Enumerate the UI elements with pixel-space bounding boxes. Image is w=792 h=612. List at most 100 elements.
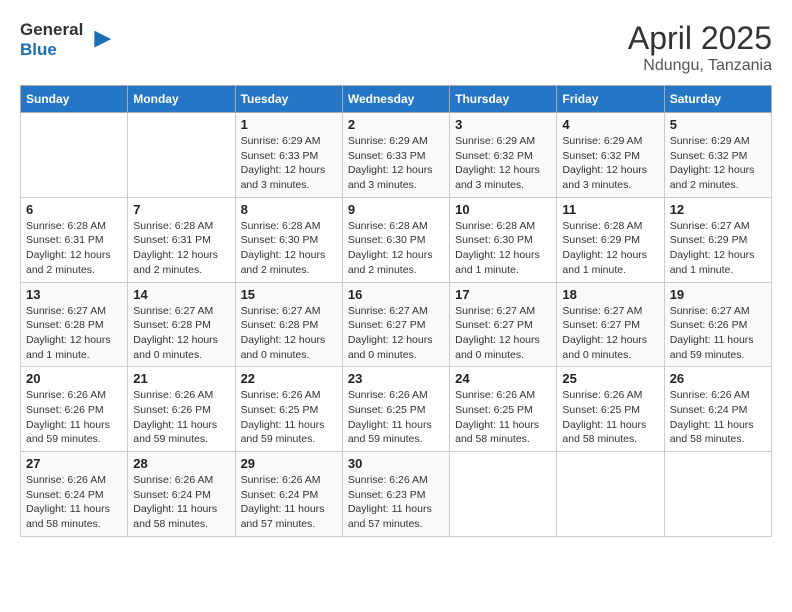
day-header-sunday: Sunday bbox=[21, 86, 128, 113]
cell-info: Sunrise: 6:26 AMSunset: 6:24 PMDaylight:… bbox=[133, 473, 229, 532]
calendar-cell: 22 Sunrise: 6:26 AMSunset: 6:25 PMDayligh… bbox=[235, 367, 342, 452]
calendar-cell bbox=[21, 113, 128, 198]
calendar-week-5: 27 Sunrise: 6:26 AMSunset: 6:24 PMDayligh… bbox=[21, 452, 772, 537]
calendar-cell: 2 Sunrise: 6:29 AMSunset: 6:33 PMDaylight… bbox=[342, 113, 449, 198]
calendar-cell: 14 Sunrise: 6:27 AMSunset: 6:28 PMDayligh… bbox=[128, 282, 235, 367]
cell-info: Sunrise: 6:26 AMSunset: 6:24 PMDaylight:… bbox=[670, 388, 766, 447]
cell-date: 8 bbox=[241, 202, 337, 217]
calendar-week-4: 20Sunrise: 6:26 AMSunset: 6:26 PMDayligh… bbox=[21, 367, 772, 452]
calendar-cell: 11Sunrise: 6:28 AMSunset: 6:29 PMDayligh… bbox=[557, 197, 664, 282]
cell-date: 15 bbox=[241, 287, 337, 302]
calendar-cell: 21 Sunrise: 6:26 AMSunset: 6:26 PMDayligh… bbox=[128, 367, 235, 452]
calendar-cell: 7 Sunrise: 6:28 AMSunset: 6:31 PMDaylight… bbox=[128, 197, 235, 282]
calendar-cell: 15 Sunrise: 6:27 AMSunset: 6:28 PMDayligh… bbox=[235, 282, 342, 367]
cell-info: Sunrise: 6:29 AMSunset: 6:32 PMDaylight:… bbox=[455, 134, 551, 193]
cell-date: 28 bbox=[133, 456, 229, 471]
cell-info: Sunrise: 6:29 AMSunset: 6:32 PMDaylight:… bbox=[562, 134, 658, 193]
calendar-cell: 20Sunrise: 6:26 AMSunset: 6:26 PMDayligh… bbox=[21, 367, 128, 452]
cell-date: 23 bbox=[348, 371, 444, 386]
cell-info: Sunrise: 6:26 AMSunset: 6:25 PMDaylight:… bbox=[241, 388, 337, 447]
calendar-cell: 23 Sunrise: 6:26 AMSunset: 6:25 PMDayligh… bbox=[342, 367, 449, 452]
logo-general: General bbox=[20, 20, 83, 40]
cell-info: Sunrise: 6:28 AMSunset: 6:30 PMDaylight:… bbox=[241, 219, 337, 278]
cell-date: 19 bbox=[670, 287, 766, 302]
calendar-cell bbox=[450, 452, 557, 537]
calendar-title: April 2025 bbox=[628, 20, 772, 57]
cell-info: Sunrise: 6:28 AMSunset: 6:31 PMDaylight:… bbox=[26, 219, 122, 278]
page-header: General Blue April 2025 Ndungu, Tanzania bbox=[20, 20, 772, 75]
calendar-week-2: 6 Sunrise: 6:28 AMSunset: 6:31 PMDaylight… bbox=[21, 197, 772, 282]
cell-date: 10 bbox=[455, 202, 551, 217]
cell-date: 2 bbox=[348, 117, 444, 132]
cell-date: 16 bbox=[348, 287, 444, 302]
cell-date: 3 bbox=[455, 117, 551, 132]
cell-info: Sunrise: 6:29 AMSunset: 6:33 PMDaylight:… bbox=[348, 134, 444, 193]
cell-date: 17 bbox=[455, 287, 551, 302]
cell-date: 27 bbox=[26, 456, 122, 471]
cell-info: Sunrise: 6:26 AMSunset: 6:24 PMDaylight:… bbox=[241, 473, 337, 532]
cell-date: 6 bbox=[26, 202, 122, 217]
cell-info: Sunrise: 6:27 AMSunset: 6:27 PMDaylight:… bbox=[348, 304, 444, 363]
calendar-cell: 9 Sunrise: 6:28 AMSunset: 6:30 PMDaylight… bbox=[342, 197, 449, 282]
calendar-cell: 19 Sunrise: 6:27 AMSunset: 6:26 PMDayligh… bbox=[664, 282, 771, 367]
calendar-cell bbox=[128, 113, 235, 198]
cell-date: 22 bbox=[241, 371, 337, 386]
calendar-cell: 30 Sunrise: 6:26 AMSunset: 6:23 PMDayligh… bbox=[342, 452, 449, 537]
day-header-wednesday: Wednesday bbox=[342, 86, 449, 113]
day-header-saturday: Saturday bbox=[664, 86, 771, 113]
calendar-cell: 25Sunrise: 6:26 AMSunset: 6:25 PMDayligh… bbox=[557, 367, 664, 452]
cell-info: Sunrise: 6:26 AMSunset: 6:25 PMDaylight:… bbox=[455, 388, 551, 447]
calendar-table: SundayMondayTuesdayWednesdayThursdayFrid… bbox=[20, 85, 772, 537]
logo-icon bbox=[85, 26, 113, 54]
cell-date: 30 bbox=[348, 456, 444, 471]
cell-info: Sunrise: 6:29 AMSunset: 6:32 PMDaylight:… bbox=[670, 134, 766, 193]
cell-date: 12 bbox=[670, 202, 766, 217]
cell-date: 26 bbox=[670, 371, 766, 386]
cell-date: 13 bbox=[26, 287, 122, 302]
calendar-cell: 24 Sunrise: 6:26 AMSunset: 6:25 PMDayligh… bbox=[450, 367, 557, 452]
logo-blue: Blue bbox=[20, 40, 83, 60]
cell-info: Sunrise: 6:27 AMSunset: 6:28 PMDaylight:… bbox=[26, 304, 122, 363]
cell-date: 7 bbox=[133, 202, 229, 217]
calendar-subtitle: Ndungu, Tanzania bbox=[628, 57, 772, 75]
cell-info: Sunrise: 6:27 AMSunset: 6:26 PMDaylight:… bbox=[670, 304, 766, 363]
cell-info: Sunrise: 6:26 AMSunset: 6:25 PMDaylight:… bbox=[348, 388, 444, 447]
cell-date: 21 bbox=[133, 371, 229, 386]
title-block: April 2025 Ndungu, Tanzania bbox=[628, 20, 772, 75]
cell-date: 24 bbox=[455, 371, 551, 386]
calendar-cell: 5Sunrise: 6:29 AMSunset: 6:32 PMDaylight… bbox=[664, 113, 771, 198]
cell-info: Sunrise: 6:26 AMSunset: 6:23 PMDaylight:… bbox=[348, 473, 444, 532]
cell-info: Sunrise: 6:27 AMSunset: 6:27 PMDaylight:… bbox=[455, 304, 551, 363]
cell-info: Sunrise: 6:26 AMSunset: 6:24 PMDaylight:… bbox=[26, 473, 122, 532]
calendar-cell bbox=[557, 452, 664, 537]
calendar-cell: 1 Sunrise: 6:29 AMSunset: 6:33 PMDaylight… bbox=[235, 113, 342, 198]
calendar-cell: 16 Sunrise: 6:27 AMSunset: 6:27 PMDayligh… bbox=[342, 282, 449, 367]
cell-info: Sunrise: 6:27 AMSunset: 6:28 PMDaylight:… bbox=[241, 304, 337, 363]
calendar-cell: 6 Sunrise: 6:28 AMSunset: 6:31 PMDaylight… bbox=[21, 197, 128, 282]
cell-date: 9 bbox=[348, 202, 444, 217]
day-header-thursday: Thursday bbox=[450, 86, 557, 113]
calendar-cell: 4Sunrise: 6:29 AMSunset: 6:32 PMDaylight… bbox=[557, 113, 664, 198]
cell-date: 14 bbox=[133, 287, 229, 302]
calendar-cell: 27 Sunrise: 6:26 AMSunset: 6:24 PMDayligh… bbox=[21, 452, 128, 537]
calendar-cell bbox=[664, 452, 771, 537]
calendar-cell: 28 Sunrise: 6:26 AMSunset: 6:24 PMDayligh… bbox=[128, 452, 235, 537]
calendar-cell: 8 Sunrise: 6:28 AMSunset: 6:30 PMDaylight… bbox=[235, 197, 342, 282]
cell-info: Sunrise: 6:26 AMSunset: 6:26 PMDaylight:… bbox=[26, 388, 122, 447]
cell-date: 25 bbox=[562, 371, 658, 386]
cell-info: Sunrise: 6:28 AMSunset: 6:31 PMDaylight:… bbox=[133, 219, 229, 278]
cell-date: 29 bbox=[241, 456, 337, 471]
cell-date: 1 bbox=[241, 117, 337, 132]
cell-info: Sunrise: 6:28 AMSunset: 6:30 PMDaylight:… bbox=[455, 219, 551, 278]
calendar-week-3: 13 Sunrise: 6:27 AMSunset: 6:28 PMDayligh… bbox=[21, 282, 772, 367]
cell-info: Sunrise: 6:27 AMSunset: 6:28 PMDaylight:… bbox=[133, 304, 229, 363]
calendar-cell: 13 Sunrise: 6:27 AMSunset: 6:28 PMDayligh… bbox=[21, 282, 128, 367]
logo: General Blue bbox=[20, 20, 113, 59]
calendar-cell: 18Sunrise: 6:27 AMSunset: 6:27 PMDayligh… bbox=[557, 282, 664, 367]
cell-info: Sunrise: 6:29 AMSunset: 6:33 PMDaylight:… bbox=[241, 134, 337, 193]
calendar-cell: 29 Sunrise: 6:26 AMSunset: 6:24 PMDayligh… bbox=[235, 452, 342, 537]
cell-info: Sunrise: 6:28 AMSunset: 6:30 PMDaylight:… bbox=[348, 219, 444, 278]
cell-info: Sunrise: 6:26 AMSunset: 6:26 PMDaylight:… bbox=[133, 388, 229, 447]
calendar-cell: 26 Sunrise: 6:26 AMSunset: 6:24 PMDayligh… bbox=[664, 367, 771, 452]
calendar-cell: 12Sunrise: 6:27 AMSunset: 6:29 PMDayligh… bbox=[664, 197, 771, 282]
